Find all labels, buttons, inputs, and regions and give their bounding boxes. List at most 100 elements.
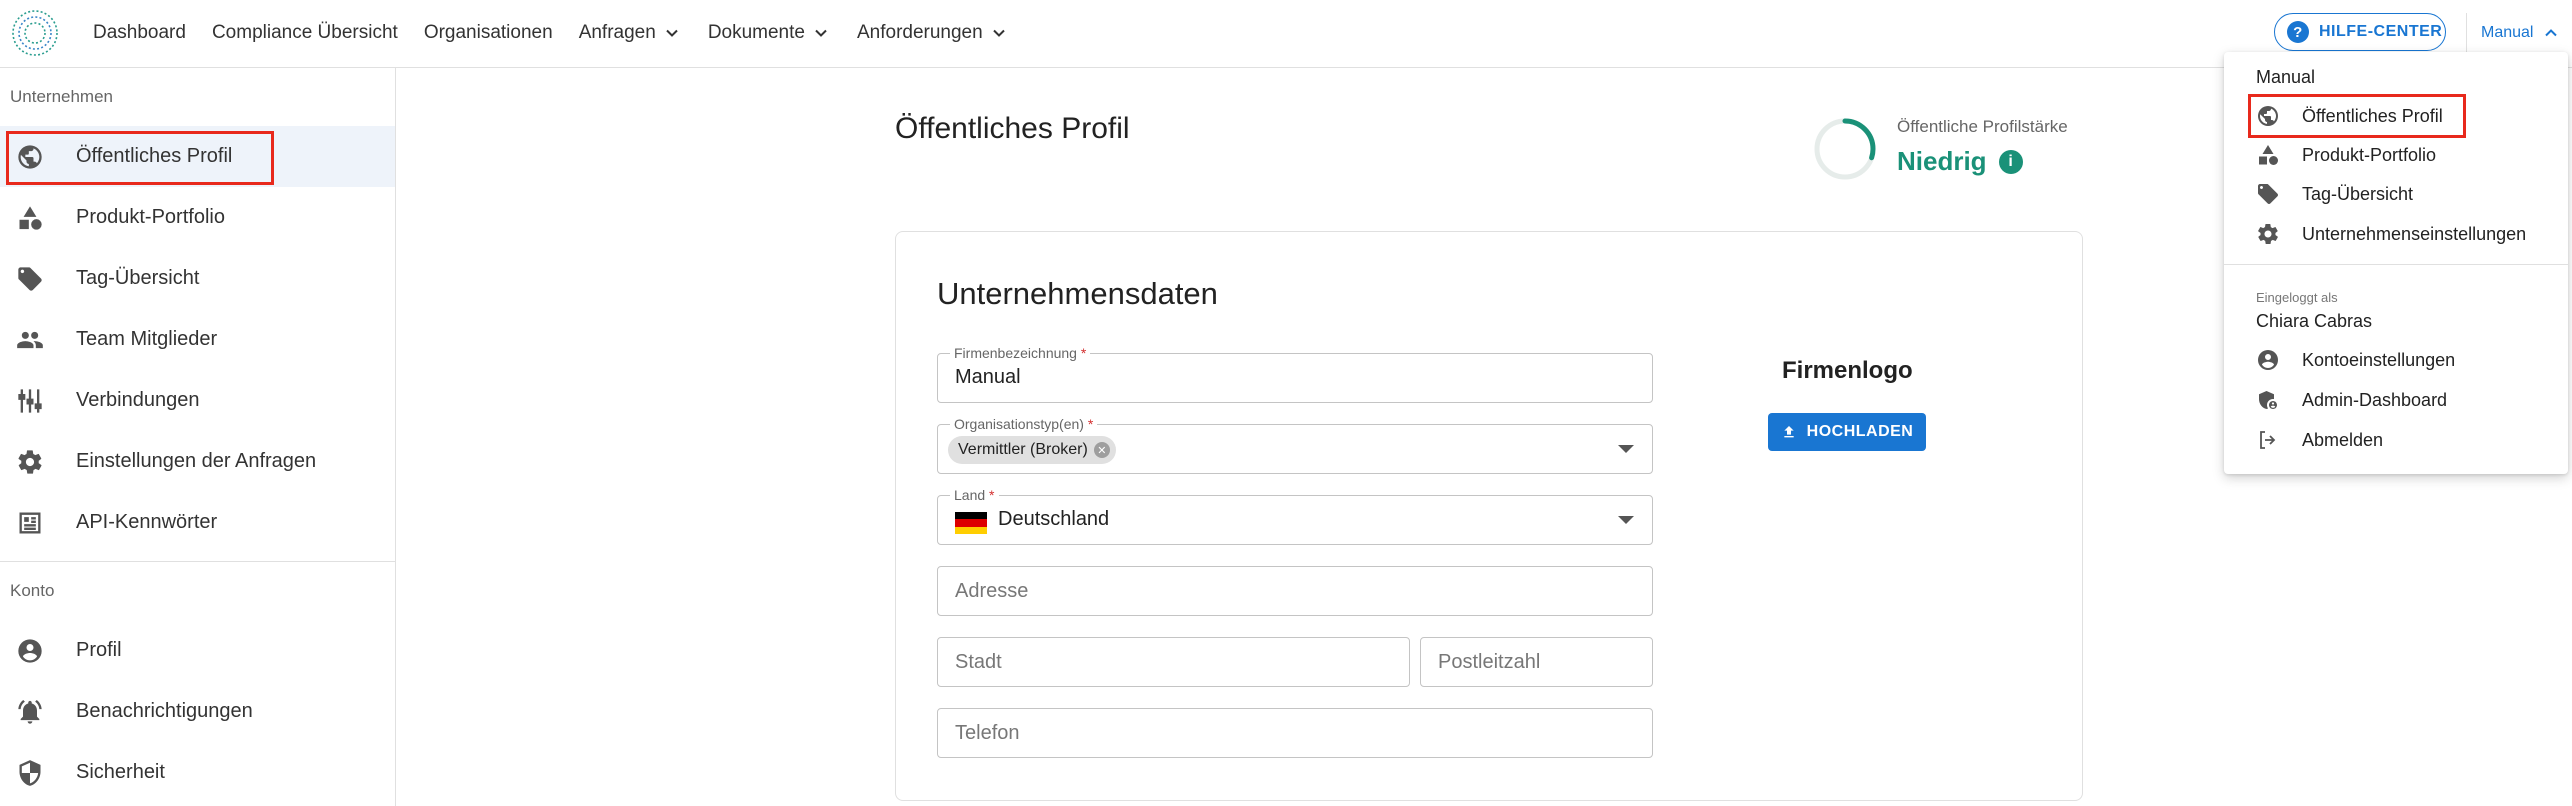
country-select[interactable]: Land * Deutschland [937, 487, 1653, 545]
menu-item-tag-uebersicht[interactable]: Tag-Übersicht [2224, 175, 2568, 213]
nav-anforderungen[interactable]: Anforderungen [857, 22, 1009, 44]
api-icon [16, 509, 44, 537]
upload-icon [1783, 426, 1794, 438]
sidebar-item-label: Produkt-Portfolio [76, 206, 225, 228]
account-label: Manual [2481, 24, 2534, 41]
menu-item-label: Öffentliches Profil [2302, 105, 2443, 126]
sidebar-item-einstellungen-anfragen[interactable]: Einstellungen der Anfragen [0, 431, 395, 492]
sidebar-item-label: Einstellungen der Anfragen [76, 450, 317, 472]
nav-compliance[interactable]: Compliance Übersicht [212, 22, 398, 44]
shield-icon [16, 759, 44, 787]
sidebar-item-label: API-Kennwörter [76, 511, 218, 533]
gear-icon [16, 448, 44, 476]
menu-item-abmelden[interactable]: Abmelden [2224, 421, 2568, 459]
org-type-chip[interactable]: Vermittler (Broker) ✕ [948, 436, 1116, 464]
people-icon [16, 326, 44, 354]
sidebar-item-team-mitglieder[interactable]: Team Mitglieder [0, 309, 395, 370]
help-center-button[interactable]: ? HILFE-CENTER [2274, 13, 2446, 51]
user-circle-icon [2256, 348, 2280, 372]
nav-anfragen[interactable]: Anfragen [579, 22, 682, 44]
org-type-select[interactable]: Organisationstyp(en) * Vermittler (Broke… [937, 416, 1653, 474]
menu-header: Manual [2256, 67, 2316, 87]
menu-divider [2224, 264, 2568, 265]
tag-icon [16, 265, 44, 293]
sidebar-item-label: Sicherheit [76, 761, 165, 783]
chip-label: Vermittler (Broker) [958, 441, 1088, 458]
help-icon: ? [2287, 21, 2309, 43]
info-icon[interactable]: i [1998, 149, 2023, 174]
menu-item-admin-dashboard[interactable]: Admin-Dashboard [2224, 381, 2568, 419]
chip-remove-icon[interactable]: ✕ [1093, 442, 1110, 458]
menu-item-unternehmenseinstellungen[interactable]: Unternehmenseinstellungen [2224, 215, 2568, 253]
chevron-down-icon [666, 29, 678, 37]
menu-item-label: Kontoeinstellungen [2302, 349, 2456, 370]
dropdown-arrow-icon[interactable] [1618, 516, 1634, 524]
field-label: Firmenbezeichnung * [950, 345, 1091, 361]
address-field[interactable]: Adresse [937, 566, 1653, 616]
field-label: Organisationstyp(en) * [950, 416, 1098, 432]
profile-strength-label: Öffentliche Profilstärke [1897, 117, 2068, 136]
sidebar-item-label: Verbindungen [76, 389, 200, 411]
phone-field[interactable]: Telefon [937, 708, 1653, 758]
field-label: Land * [950, 487, 999, 503]
account-dropdown-menu: Manual Öffentliches Profil Produkt-Portf… [2224, 52, 2568, 474]
sidebar-item-profil[interactable]: Profil [0, 620, 395, 681]
sidebar-item-label: Benachrichtigungen [76, 700, 253, 722]
sidebar-item-api-kennwoerter[interactable]: API-Kennwörter [0, 492, 395, 553]
sidebar-item-produkt-portfolio[interactable]: Produkt-Portfolio [0, 187, 395, 248]
sidebar-section-company: Unternehmen [10, 87, 114, 106]
help-center-label: HILFE-CENTER [2319, 23, 2443, 40]
menu-item-label: Tag-Übersicht [2302, 183, 2414, 204]
menu-item-kontoeinstellungen[interactable]: Kontoeinstellungen [2224, 341, 2568, 379]
sidebar-item-verbindungen[interactable]: Verbindungen [0, 370, 395, 431]
menu-item-label: Abmelden [2302, 429, 2384, 450]
country-value: Deutschland [998, 508, 1110, 530]
company-logo-title: Firmenlogo [1782, 357, 1913, 384]
sidebar-item-label: Tag-Übersicht [76, 267, 200, 289]
account-menu-button[interactable]: Manual [2466, 13, 2564, 53]
menu-item-label: Unternehmenseinstellungen [2302, 223, 2527, 244]
sidebar-item-benachrichtigungen[interactable]: Benachrichtigungen [0, 681, 395, 742]
gear-icon [2256, 222, 2280, 246]
company-name-field[interactable]: Firmenbezeichnung * Manual [937, 345, 1653, 403]
globe-icon [16, 143, 44, 171]
shapes-icon [16, 204, 44, 232]
admin-shield-icon [2256, 388, 2280, 412]
nav-dashboard[interactable]: Dashboard [93, 22, 186, 44]
city-field[interactable]: Stadt [937, 637, 1410, 687]
city-placeholder: Stadt [955, 651, 1002, 673]
user-circle-icon [16, 637, 44, 665]
dropdown-arrow-icon[interactable] [1618, 445, 1634, 453]
sidebar-item-label: Team Mitglieder [76, 328, 218, 350]
profile-strength-ring [1814, 118, 1876, 180]
menu-item-label: Admin-Dashboard [2302, 389, 2448, 410]
zip-placeholder: Postleitzahl [1438, 651, 1541, 673]
sidebar-item-label: Profil [76, 639, 122, 661]
sidebar-item-tag-uebersicht[interactable]: Tag-Übersicht [0, 248, 395, 309]
chevron-down-icon [992, 29, 1005, 37]
upload-label: HOCHLADEN [1806, 423, 1914, 440]
tag-icon [2256, 182, 2280, 206]
upload-button[interactable]: HOCHLADEN [1768, 413, 1926, 451]
company-name-value: Manual [955, 366, 1021, 388]
logged-in-user-name: Chiara Cabras [2256, 311, 2373, 331]
nav-organisationen[interactable]: Organisationen [424, 22, 553, 44]
strength-value-text: Niedrig [1897, 146, 1987, 176]
brand-logo[interactable] [10, 8, 60, 58]
sidebar-item-oeffentliches-profil[interactable]: Öffentliches Profil [0, 126, 395, 187]
chevron-down-icon [815, 29, 827, 37]
germany-flag-icon [955, 512, 987, 534]
card-title: Unternehmensdaten [937, 276, 1218, 311]
chevron-up-icon [2545, 29, 2558, 37]
shapes-icon [2256, 143, 2280, 167]
menu-item-oeffentliches-profil[interactable]: Öffentliches Profil [2224, 97, 2568, 135]
sidebar-item-sicherheit[interactable]: Sicherheit [0, 742, 395, 803]
nav-dokumente[interactable]: Dokumente [708, 22, 831, 44]
address-placeholder: Adresse [955, 580, 1029, 602]
phone-placeholder: Telefon [955, 722, 1020, 744]
logout-icon [2256, 428, 2280, 452]
zip-field[interactable]: Postleitzahl [1420, 637, 1653, 687]
menu-item-label: Produkt-Portfolio [2302, 144, 2437, 165]
connections-icon [16, 387, 44, 415]
menu-item-produkt-portfolio[interactable]: Produkt-Portfolio [2224, 136, 2568, 174]
